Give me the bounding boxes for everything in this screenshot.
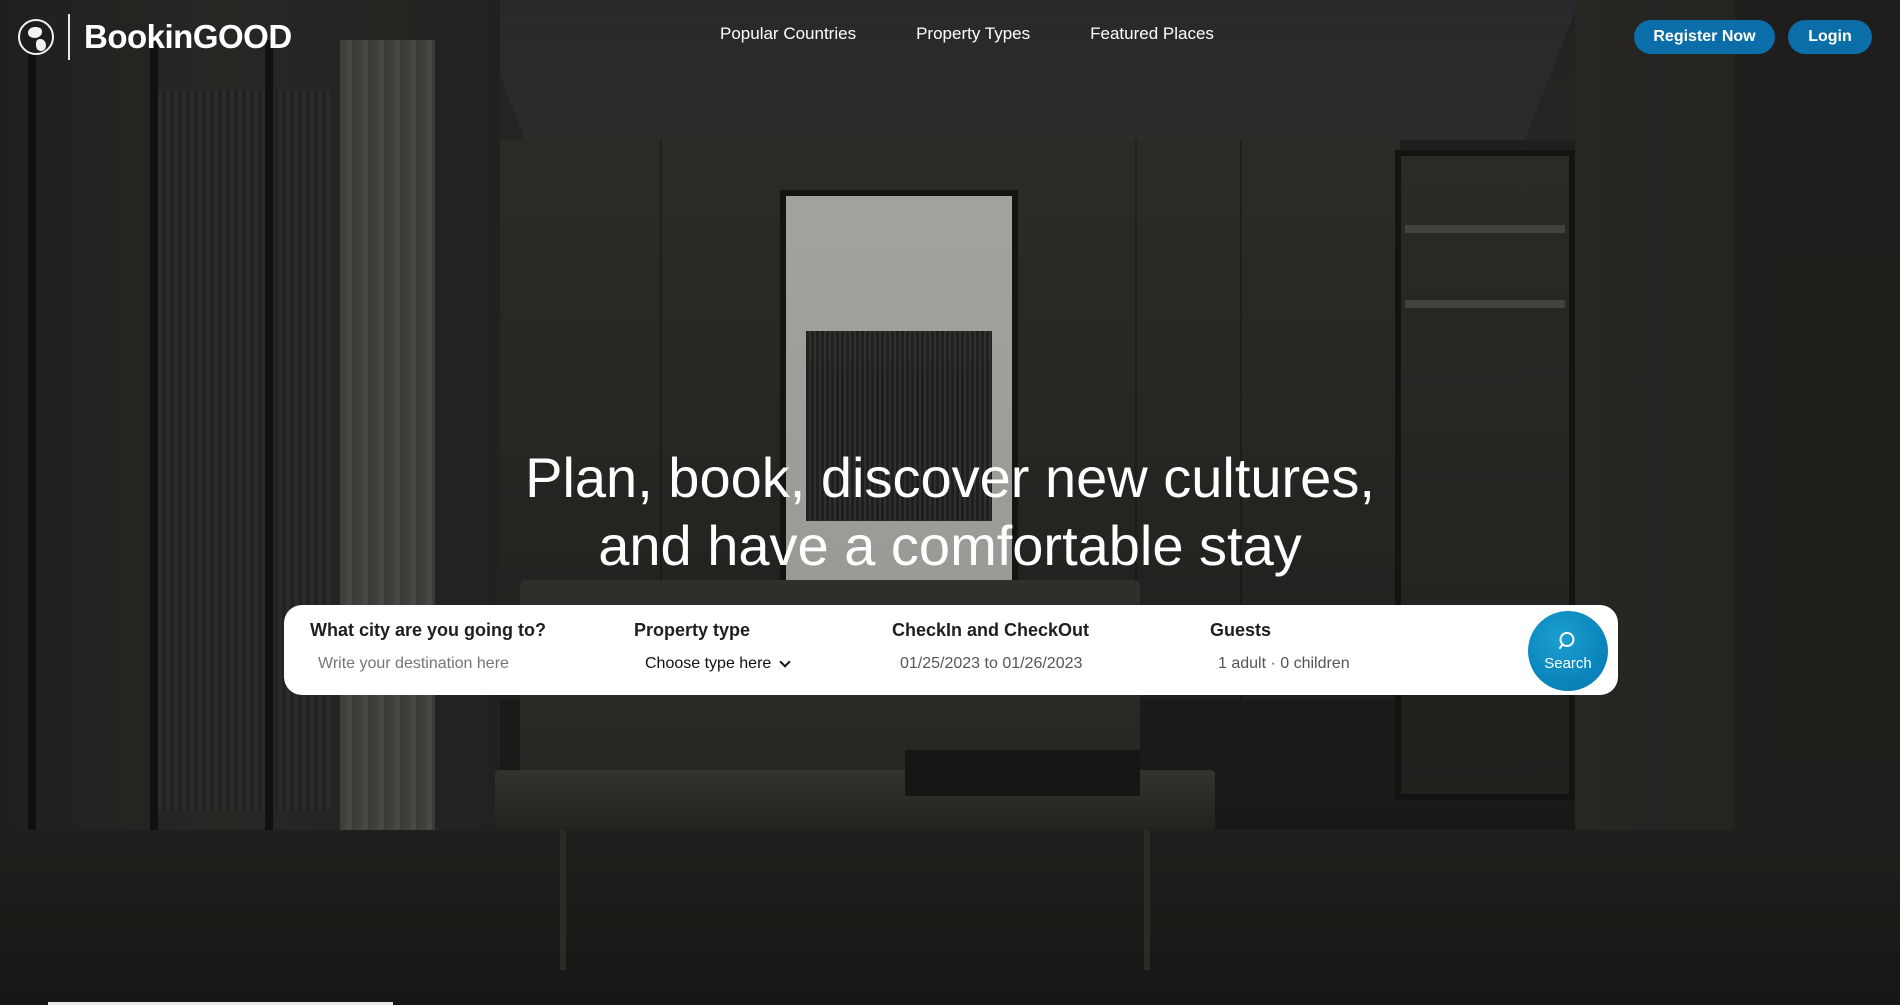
main-nav: Popular Countries Property Types Feature…: [720, 24, 1214, 44]
hero-headline: Plan, book, discover new cultures, and h…: [0, 444, 1900, 580]
dates-field: CheckIn and CheckOut 01/25/2023 to 01/26…: [892, 620, 1089, 673]
site-header: BookinGOOD Popular Countries Property Ty…: [0, 0, 1900, 75]
dates-label: CheckIn and CheckOut: [892, 620, 1090, 640]
destination-label: What city are you going to?: [310, 620, 547, 640]
guests-field: Guests 1 adult · 0 children: [1210, 620, 1350, 673]
chevron-down-icon: [779, 656, 791, 668]
register-button[interactable]: Register Now: [1634, 20, 1775, 54]
globe-icon: [18, 19, 54, 55]
nav-property-types[interactable]: Property Types: [916, 24, 1030, 44]
brand-logo[interactable]: BookinGOOD: [18, 14, 292, 60]
search-button[interactable]: Search: [1528, 611, 1608, 691]
search-button-label: Search: [1544, 654, 1592, 672]
property-type-value: Choose type here: [645, 655, 772, 672]
dates-input[interactable]: 01/25/2023 to 01/26/2023: [892, 655, 1089, 673]
guests-label: Guests: [1210, 620, 1272, 640]
search-bar: What city are you going to? Property typ…: [284, 605, 1618, 695]
property-type-select[interactable]: Choose type here: [634, 655, 791, 673]
search-icon: [1559, 631, 1575, 649]
login-button[interactable]: Login: [1788, 20, 1872, 54]
guests-input[interactable]: 1 adult · 0 children: [1210, 655, 1350, 673]
property-type-label: Property type: [634, 620, 751, 640]
hero-headline-line-2: and have a comfortable stay: [598, 514, 1302, 577]
destination-input[interactable]: [310, 655, 610, 673]
destination-field: What city are you going to?: [310, 620, 610, 673]
nav-featured-places[interactable]: Featured Places: [1090, 24, 1214, 44]
property-type-field: Property type Choose type here: [634, 620, 791, 673]
brand-name: BookinGOOD: [84, 18, 292, 55]
nav-popular-countries[interactable]: Popular Countries: [720, 24, 856, 44]
hero-headline-line-1: Plan, book, discover new cultures,: [525, 446, 1375, 509]
logo-divider: [68, 14, 70, 60]
